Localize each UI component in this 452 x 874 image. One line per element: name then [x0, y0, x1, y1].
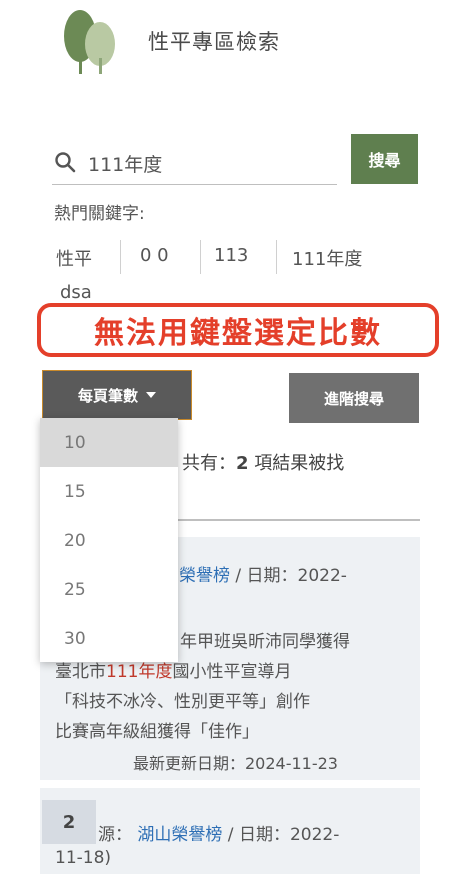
advanced-search-button[interactable]: 進階搜尋	[289, 373, 419, 423]
result-meta-cont: 11-18)	[55, 848, 112, 868]
result-category-link[interactable]: 榮譽榜	[179, 566, 230, 586]
search-icon	[54, 151, 76, 173]
hot-keyword[interactable]: 113	[214, 245, 248, 266]
search-button[interactable]: 搜尋	[351, 134, 418, 184]
result-text: 年甲班吳昕沛同學獲得	[180, 632, 350, 652]
hot-keyword[interactable]: dsa	[60, 282, 92, 303]
hot-keyword[interactable]: 111年度	[292, 245, 362, 271]
hot-keyword[interactable]: 性平	[56, 245, 92, 271]
per-page-dropdown[interactable]: 每頁筆數	[42, 370, 192, 420]
hot-keyword[interactable]: 0 0	[140, 245, 169, 266]
per-page-option[interactable]: 30	[40, 614, 178, 663]
result-number: 2	[42, 800, 96, 844]
page-title: 性平專區檢索	[148, 30, 280, 54]
separator	[200, 240, 201, 274]
results-summary: 共有：2 項結果被找	[182, 453, 345, 474]
result-card: 源： 湖山榮譽榜 / 日期：2022- 11-18)	[40, 788, 420, 874]
result-text: 「科技不冰冷、性別更平等」創作	[55, 692, 310, 712]
result-meta: 榮譽榜 / 日期：2022-	[179, 566, 347, 586]
per-page-option[interactable]: 20	[40, 516, 178, 565]
hot-keywords-label: 熱門關鍵字:	[54, 204, 145, 224]
separator	[120, 240, 121, 274]
last-updated: 最新更新日期：2024-11-23	[133, 754, 338, 773]
search-highlight: 111年度	[106, 662, 173, 682]
caret-down-icon	[146, 392, 156, 398]
per-page-option[interactable]: 10	[40, 418, 178, 467]
site-logo	[60, 6, 122, 76]
per-page-option[interactable]: 25	[40, 565, 178, 614]
per-page-label: 每頁筆數	[77, 386, 138, 405]
result-text: 比賽高年級組獲得「佳作」	[55, 722, 259, 742]
search-input[interactable]: 111年度	[88, 150, 162, 177]
result-meta: 源： 湖山榮譽榜 / 日期：2022-	[98, 825, 340, 845]
result-category-link[interactable]: 湖山榮譽榜	[137, 825, 222, 845]
per-page-menu: 10 15 20 25 30	[40, 418, 178, 662]
per-page-option[interactable]: 15	[40, 467, 178, 516]
annotation-callout: 無法用鍵盤選定比數	[37, 303, 439, 357]
results-count: 2	[236, 453, 249, 474]
separator	[276, 240, 277, 274]
